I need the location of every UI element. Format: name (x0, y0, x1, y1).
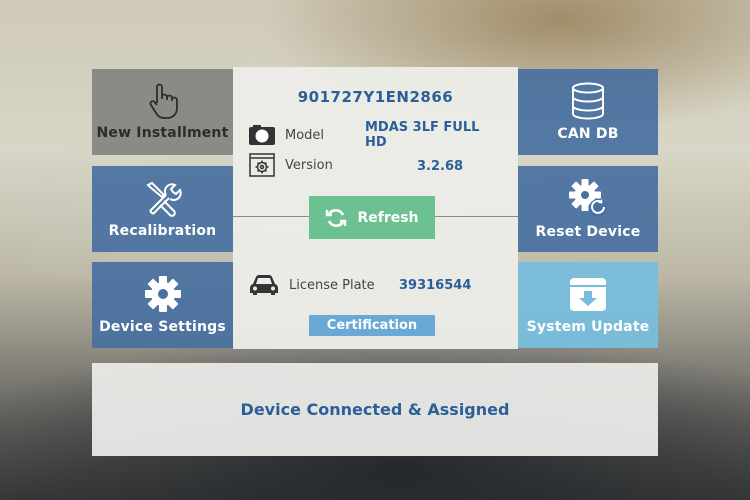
status-text: Device Connected & Assigned (240, 400, 510, 419)
license-plate-row: License Plate 39316544 (249, 273, 504, 297)
version-row: Version 3.2.68 (249, 153, 504, 177)
device-settings-tile[interactable]: Device Settings (92, 262, 233, 348)
recalibration-tile[interactable]: Recalibration (92, 166, 233, 252)
new-installment-label: New Installment (96, 125, 229, 141)
device-settings-label: Device Settings (99, 319, 226, 335)
model-row: Model MDAS 3LF FULL HD (249, 120, 504, 150)
version-value: 3.2.68 (417, 159, 464, 174)
reset-device-tile[interactable]: Reset Device (518, 166, 658, 252)
can-db-label: CAN DB (557, 126, 619, 142)
model-label: Model (285, 127, 325, 143)
certification-label: Certification (326, 318, 418, 333)
device-info-panel: 901727Y1EN2866 Model MDAS 3LF FULL HD Ve… (233, 67, 518, 349)
hand-pointer-icon (146, 83, 180, 119)
license-plate-label: License Plate (289, 277, 375, 293)
status-panel: Device Connected & Assigned (92, 363, 658, 456)
version-label: Version (285, 157, 333, 173)
can-db-tile[interactable]: CAN DB (518, 69, 658, 155)
settings-window-icon (249, 153, 275, 177)
refresh-button[interactable]: Refresh (309, 196, 435, 239)
gear-icon (144, 275, 182, 313)
recalibration-label: Recalibration (108, 223, 217, 239)
serial-number: 901727Y1EN2866 (297, 88, 454, 106)
license-plate-value: 39316544 (399, 277, 472, 293)
download-box-icon (569, 275, 607, 313)
refresh-icon (325, 207, 347, 229)
database-icon (570, 82, 606, 120)
new-installment-tile[interactable]: New Installment (92, 69, 233, 155)
tools-icon (144, 179, 182, 217)
refresh-label: Refresh (357, 209, 419, 226)
camera-icon (249, 125, 275, 145)
model-value: MDAS 3LF FULL HD (365, 120, 480, 150)
car-icon (249, 274, 279, 296)
system-update-tile[interactable]: System Update (518, 262, 658, 348)
certification-button[interactable]: Certification (309, 315, 435, 336)
gear-reset-icon (568, 178, 608, 218)
system-update-label: System Update (526, 319, 650, 335)
reset-device-label: Reset Device (535, 224, 641, 240)
